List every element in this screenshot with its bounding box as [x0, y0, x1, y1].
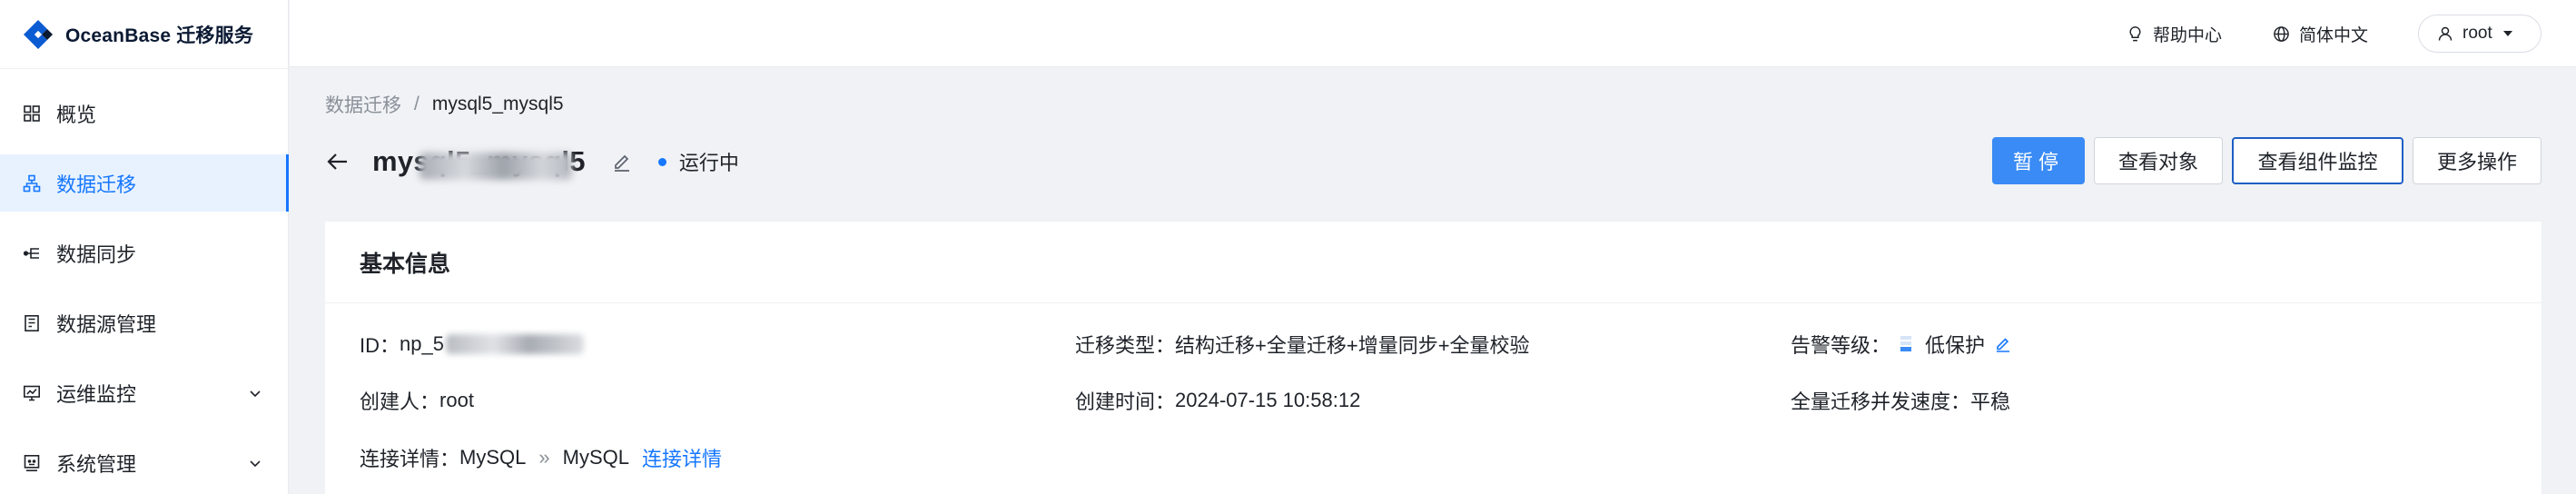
sidebar-item-label: 数据同步	[56, 242, 137, 266]
language-switcher[interactable]: 简体中文	[2273, 0, 2368, 67]
sidebar-item-data-migration[interactable]: 数据迁移	[0, 154, 289, 212]
lightbulb-icon	[2129, 25, 2141, 41]
redaction-blur	[419, 153, 572, 180]
sidebar-item-label: 运维监控	[56, 382, 137, 406]
system-settings-icon	[22, 453, 42, 473]
chevron-down-icon[interactable]	[248, 386, 262, 400]
sidebar-item-ops-monitoring[interactable]: 运维监控	[0, 364, 288, 421]
page-title: mysql5_mysql5	[372, 145, 586, 180]
migration-type-field: 迁移类型： 结构迁移+全量迁移+增量同步+全量校验	[1075, 330, 1530, 359]
user-name: root	[2462, 24, 2492, 43]
status-dot	[657, 157, 666, 166]
sidebar-item-overview[interactable]: 概览	[0, 84, 288, 142]
connection-label: 连接详情：	[360, 448, 460, 470]
creator-value: root	[439, 389, 474, 411]
connection-details-link[interactable]: 连接详情	[642, 443, 722, 472]
sidebar-item-datasource-management[interactable]: 数据源管理	[0, 294, 288, 351]
globe-icon	[2274, 25, 2289, 42]
org-tree-icon	[22, 173, 42, 193]
migration-type-label: 迁移类型：	[1075, 334, 1176, 357]
migration-type-value: 结构迁移+全量迁移+增量同步+全量校验	[1175, 334, 1530, 357]
view-component-monitor-button[interactable]: 查看组件监控	[2232, 137, 2403, 184]
app-logo[interactable]: OceanBase 迁移服务	[0, 0, 288, 69]
sidebar-item-label: 数据源管理	[56, 312, 157, 336]
help-center-link[interactable]: 帮助中心	[2127, 0, 2222, 67]
connection-details-field: 连接详情： MySQL » MySQL 连接详情	[360, 443, 722, 472]
redaction-blur	[445, 334, 584, 354]
user-menu[interactable]: root	[2418, 15, 2541, 53]
monitor-screen-icon	[22, 383, 42, 403]
breadcrumb-current: mysql5_mysql5	[431, 94, 564, 114]
back-arrow-icon[interactable]	[325, 149, 350, 174]
caret-down-icon	[2502, 31, 2512, 36]
breadcrumb-parent-link[interactable]: 数据迁移	[325, 91, 401, 118]
status-badge: 运行中	[657, 147, 739, 176]
alarm-level-value: 低保护	[1925, 334, 1986, 357]
datasource-book-icon	[22, 313, 42, 333]
creator-label: 创建人：	[360, 390, 440, 413]
top-bar	[290, 0, 2576, 67]
double-chevron-right-icon: »	[538, 446, 550, 469]
creator-field: 创建人： root	[360, 386, 474, 415]
created-time-field: 创建时间： 2024-07-15 10:58:12	[1075, 386, 1360, 415]
alarm-level-low-icon	[1900, 334, 1912, 354]
app-logo-text: OceanBase 迁移服务	[65, 25, 254, 46]
id-value: np_5	[400, 332, 444, 355]
full-migration-speed-field: 全量迁移并发速度： 平稳	[1791, 386, 2010, 415]
sidebar-item-system-management[interactable]: 系统管理	[0, 434, 288, 491]
sidebar-nav: 概览 数据迁移 数据同步 数据源管理 运维监控 系统管理	[0, 69, 289, 491]
view-objects-button[interactable]: 查看对象	[2094, 137, 2223, 184]
pause-button[interactable]: 暂停	[1992, 137, 2085, 184]
language-label: 简体中文	[2299, 25, 2369, 45]
edit-title-icon[interactable]	[611, 151, 633, 173]
more-actions-button[interactable]: 更多操作	[2413, 137, 2541, 184]
status-text: 运行中	[678, 152, 739, 174]
target-db-type: MySQL	[562, 446, 629, 469]
created-time-label: 创建时间：	[1075, 390, 1176, 413]
help-center-label: 帮助中心	[2153, 25, 2223, 45]
created-time-value: 2024-07-15 10:58:12	[1175, 389, 1361, 411]
breadcrumb: 数据迁移 / mysql5_mysql5	[325, 91, 564, 118]
user-icon	[2438, 26, 2453, 41]
full-migration-speed-label: 全量迁移并发速度：	[1791, 390, 1971, 413]
sidebar-item-data-sync[interactable]: 数据同步	[0, 224, 288, 282]
id-label: ID：	[360, 334, 400, 357]
task-title-row: mysql5_mysql5 运行中	[325, 138, 739, 185]
dashboard-grid-icon	[22, 104, 42, 124]
sidebar-item-label: 数据迁移	[56, 173, 137, 196]
breadcrumb-separator: /	[414, 94, 419, 114]
basic-info-card: 基本信息 ID： np_5 迁移类型： 结构迁移+全量迁移+增量同步+全量校验 …	[325, 222, 2541, 494]
edit-alarm-level-icon[interactable]	[1994, 335, 2012, 353]
basic-info-heading: 基本信息	[325, 222, 2541, 303]
sidebar-item-label: 概览	[56, 103, 97, 126]
alarm-level-label: 告警等级：	[1791, 334, 1891, 357]
sync-branch-icon	[22, 243, 42, 263]
sidebar-item-label: 系统管理	[56, 452, 137, 476]
task-id-field: ID： np_5	[360, 330, 584, 359]
sidebar: OceanBase 迁移服务 概览 数据迁移 数据同步 数据源管理 运维监控 系…	[0, 0, 289, 494]
source-db-type: MySQL	[459, 446, 527, 469]
chevron-down-icon[interactable]	[248, 456, 262, 470]
full-migration-speed-value: 平稳	[1970, 390, 2011, 413]
oceanbase-logo-icon	[20, 16, 56, 53]
alarm-level-field: 告警等级： 低保护	[1791, 330, 2012, 359]
